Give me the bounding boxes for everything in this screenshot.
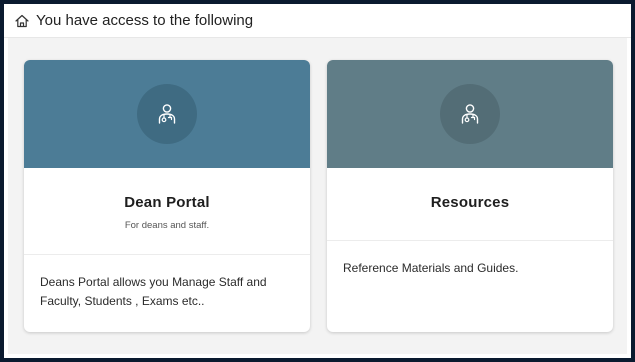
cards-container: Dean Portal For deans and staff. Deans P…	[8, 38, 627, 354]
doctor-icon	[158, 104, 176, 124]
resources-card[interactable]: Resources Reference Materials and Guides…	[327, 60, 613, 332]
page-frame: You have access to the following Dean Po…	[0, 0, 635, 362]
dean-portal-card[interactable]: Dean Portal For deans and staff. Deans P…	[24, 60, 310, 332]
card-body: Dean Portal For deans and staff.	[24, 168, 310, 240]
card-title[interactable]: Resources	[327, 194, 613, 211]
card-body: Resources	[327, 168, 613, 240]
card-description: Deans Portal allows you Manage Staff and…	[40, 275, 267, 308]
card-icon-circle	[137, 84, 197, 144]
card-description: Reference Materials and Guides.	[343, 261, 519, 275]
card-title[interactable]: Dean Portal	[24, 194, 310, 211]
doctor-icon	[461, 104, 479, 124]
card-banner	[327, 60, 613, 168]
card-icon-circle	[440, 84, 500, 144]
page-header: You have access to the following	[4, 4, 631, 38]
card-banner	[24, 60, 310, 168]
home-icon[interactable]	[14, 13, 30, 29]
page-title: You have access to the following	[36, 12, 254, 29]
card-subtitle: For deans and staff.	[124, 220, 210, 231]
